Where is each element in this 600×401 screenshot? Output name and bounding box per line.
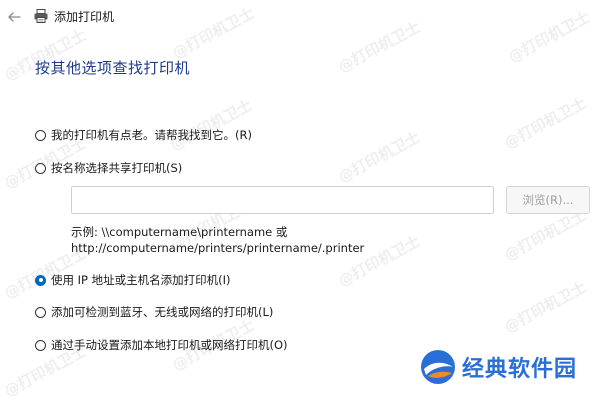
option-label: 我的打印机有点老。请帮我找到它。(R) bbox=[51, 128, 252, 142]
title-bar: 添加打印机 bbox=[0, 0, 600, 34]
watermark: @打印机卫士 bbox=[167, 95, 256, 155]
radio-ip-address[interactable] bbox=[35, 274, 46, 286]
radio-manual-settings[interactable] bbox=[35, 339, 46, 351]
radio-wireless-printer[interactable] bbox=[35, 306, 46, 318]
option-wireless-printer[interactable]: 添加可检测到蓝牙、无线或网络的打印机(L) bbox=[35, 304, 273, 320]
watermark: @打印机卫士 bbox=[335, 231, 424, 291]
window-title: 添加打印机 bbox=[54, 10, 115, 24]
watermark: @打印机卫士 bbox=[501, 93, 590, 153]
option-label: 通过手动设置添加本地打印机或网络打印机(O) bbox=[51, 338, 288, 352]
option-manual-settings[interactable]: 通过手动设置添加本地打印机或网络打印机(O) bbox=[35, 337, 288, 353]
option-shared-printer[interactable]: 按名称选择共享打印机(S) bbox=[35, 160, 182, 176]
printer-icon bbox=[34, 9, 48, 23]
option-label: 添加可检测到蓝牙、无线或网络的打印机(L) bbox=[51, 305, 274, 319]
option-ip-address[interactable]: 使用 IP 地址或主机名添加打印机(I) bbox=[35, 272, 231, 288]
watermark: @打印机卫士 bbox=[501, 277, 590, 337]
back-arrow-icon[interactable] bbox=[6, 9, 22, 25]
brand-logo-icon bbox=[421, 350, 455, 384]
radio-shared-printer[interactable] bbox=[35, 162, 46, 174]
watermark: @打印机卫士 bbox=[335, 127, 424, 187]
option-old-printer[interactable]: 我的打印机有点老。请帮我找到它。(R) bbox=[35, 127, 252, 143]
browse-button[interactable]: 浏览(R)... bbox=[506, 186, 590, 214]
brand-name: 经典软件园 bbox=[462, 357, 578, 382]
shared-printer-name-input[interactable] bbox=[71, 186, 494, 214]
radio-old-printer[interactable] bbox=[35, 129, 46, 141]
page-heading: 按其他选项查找打印机 bbox=[35, 59, 191, 77]
option-label: 使用 IP 地址或主机名添加打印机(I) bbox=[51, 273, 231, 287]
brand-watermark: 经典软件园 bbox=[420, 345, 577, 389]
example-text-line1: 示例: \\computername\printername 或 bbox=[71, 225, 288, 239]
option-label: 按名称选择共享打印机(S) bbox=[51, 161, 183, 175]
example-text-line2: http://computername/printers/printername… bbox=[71, 241, 365, 255]
